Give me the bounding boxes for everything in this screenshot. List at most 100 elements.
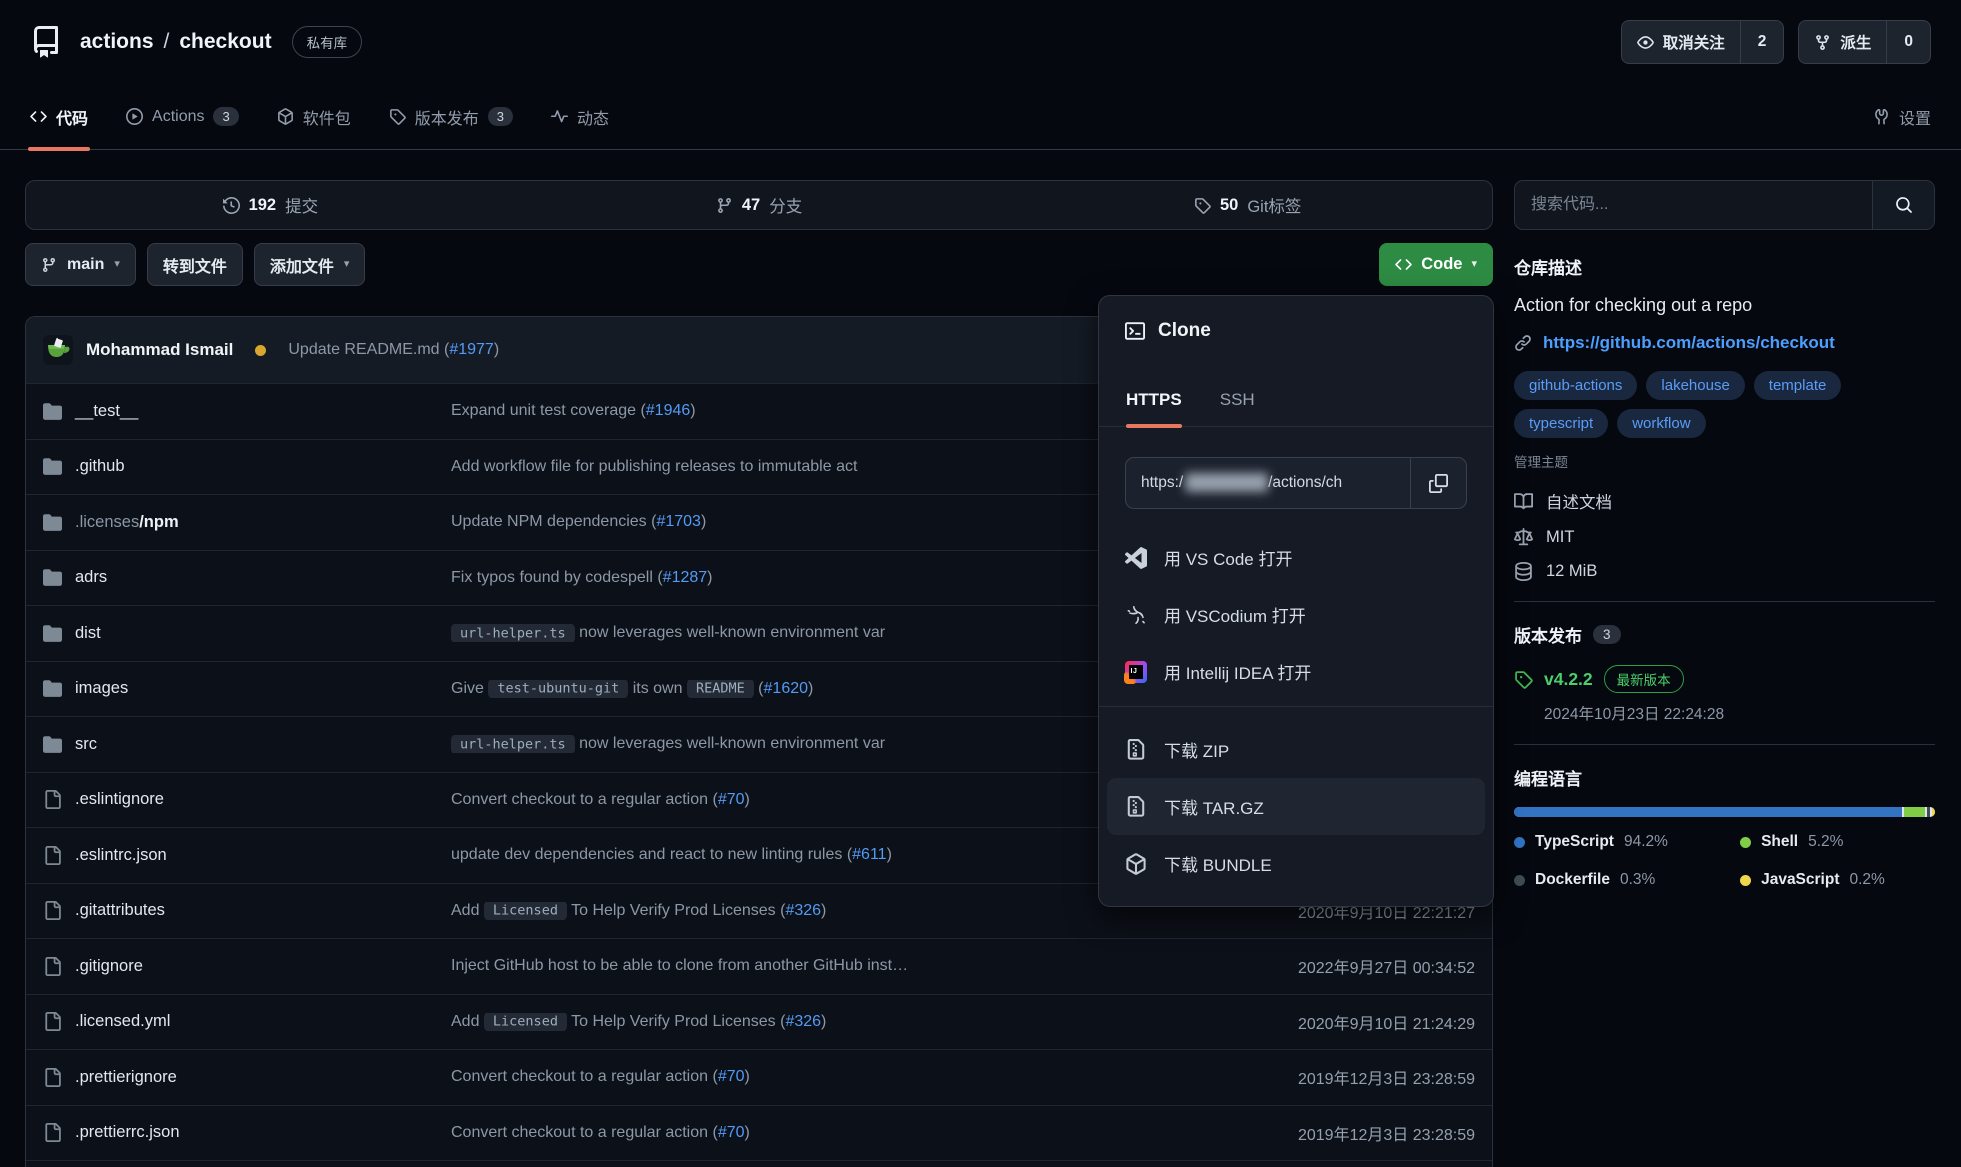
forks-count[interactable]: 0 <box>1886 21 1930 63</box>
pr-link[interactable]: #1620 <box>764 680 809 697</box>
file-link[interactable]: src <box>75 735 97 754</box>
visibility-badge: 私有库 <box>292 26 363 58</box>
tab-settings[interactable]: 设置 <box>1873 84 1931 149</box>
pr-link[interactable]: #1287 <box>663 569 708 586</box>
file-link[interactable]: .gitignore <box>75 957 143 976</box>
tab-packages-label: 软件包 <box>303 105 351 129</box>
table-row[interactable]: .prettierignoreConvert checkout to a reg… <box>26 1049 1492 1105</box>
language-legend-item[interactable]: TypeScript94.2% <box>1514 833 1740 851</box>
file-link[interactable]: .eslintrc.json <box>75 846 167 865</box>
branches-stat[interactable]: 47 分支 <box>515 193 1004 217</box>
tab-code[interactable]: 代码 <box>30 84 88 149</box>
tab-actions[interactable]: Actions 3 <box>126 84 239 149</box>
menu-item-open-with[interactable]: 用 Intellij IDEA 打开 <box>1099 643 1493 700</box>
file-link[interactable]: .licensed.yml <box>75 1012 170 1031</box>
pr-link[interactable]: #1703 <box>656 513 701 530</box>
file-name: /npm <box>139 513 178 531</box>
commits-count: 192 <box>249 196 277 215</box>
topic-pill[interactable]: template <box>1754 371 1842 400</box>
commit-date: 2019年12月3日 23:28:59 <box>1207 1121 1475 1145</box>
repo-meta: 自述文档 MIT 12 MiB <box>1514 489 1935 581</box>
commit-message-text: ) <box>745 1124 750 1141</box>
menu-item-open-with[interactable]: 用 VS Code 打开 <box>1099 529 1493 586</box>
tab-activity[interactable]: 动态 <box>551 84 609 149</box>
topic-pill[interactable]: lakehouse <box>1646 371 1744 400</box>
commit-author[interactable]: Mohammad Ismail <box>86 340 233 360</box>
breadcrumb-owner[interactable]: actions <box>80 30 154 54</box>
pr-link[interactable]: #70 <box>718 1068 745 1085</box>
file-path-prefix: .licenses <box>75 513 139 531</box>
file-link[interactable]: dist <box>75 624 101 643</box>
clone-url-input[interactable]: https:/█████████/actions/ch <box>1126 458 1410 508</box>
tab-ssh[interactable]: SSH <box>1220 390 1255 426</box>
menu-item-download[interactable]: 下载 BUNDLE <box>1099 835 1493 892</box>
menu-item-download[interactable]: 下载 ZIP <box>1099 721 1493 778</box>
avatar[interactable] <box>43 335 73 365</box>
branches-count: 47 <box>742 196 760 215</box>
language-legend-item[interactable]: JavaScript0.2% <box>1740 871 1935 889</box>
pr-link[interactable]: #70 <box>718 1124 745 1141</box>
topic-pill[interactable]: github-actions <box>1514 371 1637 400</box>
topic-pill[interactable]: typescript <box>1514 409 1608 438</box>
language-bar[interactable] <box>1514 807 1935 817</box>
table-row[interactable]: .prettierrc.jsonConvert checkout to a re… <box>26 1105 1492 1161</box>
branch-selector[interactable]: main ▾ <box>25 243 136 286</box>
goto-file-button[interactable]: 转到文件 <box>147 243 243 286</box>
git-tags-stat[interactable]: 50 Git标签 <box>1003 193 1492 217</box>
chevron-down-icon: ▾ <box>344 259 350 270</box>
chevron-down-icon: ▾ <box>1471 259 1477 270</box>
tab-releases[interactable]: 版本发布 3 <box>389 84 513 149</box>
table-row[interactable]: .gitignoreInject GitHub host to be able … <box>26 938 1492 994</box>
clone-protocol-tabs: HTTPS SSH <box>1099 390 1493 427</box>
pr-link[interactable]: #611 <box>852 846 886 863</box>
file-link[interactable]: .eslintignore <box>75 790 164 809</box>
pr-link[interactable]: #1946 <box>646 402 691 419</box>
pr-link[interactable]: #326 <box>785 1013 821 1030</box>
file-link[interactable]: .gitattributes <box>75 901 165 920</box>
menu-item-open-with[interactable]: 用 VSCodium 打开 <box>1099 586 1493 643</box>
table-row[interactable]: .licensed.ymlAdd Licensed To Help Verify… <box>26 994 1492 1050</box>
code-clone-button[interactable]: Code ▾ <box>1379 243 1493 286</box>
menu-item-label: 下载 ZIP <box>1164 737 1229 762</box>
tab-https[interactable]: HTTPS <box>1126 390 1182 426</box>
search-input[interactable] <box>1515 181 1872 229</box>
pr-link[interactable]: #326 <box>785 902 821 919</box>
watchers-count[interactable]: 2 <box>1740 21 1784 63</box>
language-legend-item[interactable]: Dockerfile0.3% <box>1514 871 1740 889</box>
menu-item-label: 用 VSCodium 打开 <box>1164 602 1306 627</box>
file-link[interactable]: .prettierrc.json <box>75 1123 180 1142</box>
file-link[interactable]: .licenses/npm <box>75 513 179 532</box>
pr-link[interactable]: #70 <box>718 791 745 808</box>
add-file-button[interactable]: 添加文件 ▾ <box>254 243 366 286</box>
release-version-link[interactable]: v4.2.2 <box>1544 669 1593 690</box>
tab-packages[interactable]: 软件包 <box>277 84 351 149</box>
topic-pill[interactable]: workflow <box>1617 409 1705 438</box>
search-button[interactable] <box>1872 181 1934 229</box>
commits-stat[interactable]: 192 提交 <box>26 193 515 217</box>
fork-button[interactable]: 派生 0 <box>1798 20 1931 64</box>
table-row[interactable] <box>26 1160 1492 1167</box>
website-link[interactable]: https://github.com/actions/checkout <box>1543 333 1835 353</box>
link-icon <box>1514 334 1532 352</box>
file-link[interactable]: .prettierignore <box>75 1068 177 1087</box>
license-link[interactable]: MIT <box>1514 528 1935 547</box>
language-color-dot <box>1740 837 1751 848</box>
file-link[interactable]: __test__ <box>75 402 138 421</box>
commit-message-text: ) <box>707 569 712 586</box>
file-link[interactable]: adrs <box>75 568 107 587</box>
breadcrumb-repo[interactable]: checkout <box>179 30 271 54</box>
readme-link[interactable]: 自述文档 <box>1514 489 1935 513</box>
unwatch-button[interactable]: 取消关注 2 <box>1621 20 1785 64</box>
copy-url-button[interactable] <box>1410 458 1466 508</box>
pr-link[interactable]: #1977 <box>449 341 494 358</box>
language-legend-item[interactable]: Shell5.2% <box>1740 833 1935 851</box>
file-name-cell: .github <box>43 457 451 476</box>
commit-status-icon[interactable] <box>255 345 266 356</box>
file-link[interactable]: .github <box>75 457 125 476</box>
file-link[interactable]: images <box>75 679 128 698</box>
releases-heading[interactable]: 版本发布 <box>1514 622 1582 647</box>
menu-item-download[interactable]: 下载 TAR.GZ <box>1107 778 1485 835</box>
language-percent: 94.2% <box>1624 833 1668 851</box>
code-search <box>1514 180 1935 230</box>
manage-topics-link[interactable]: 管理主题 <box>1514 451 1935 471</box>
